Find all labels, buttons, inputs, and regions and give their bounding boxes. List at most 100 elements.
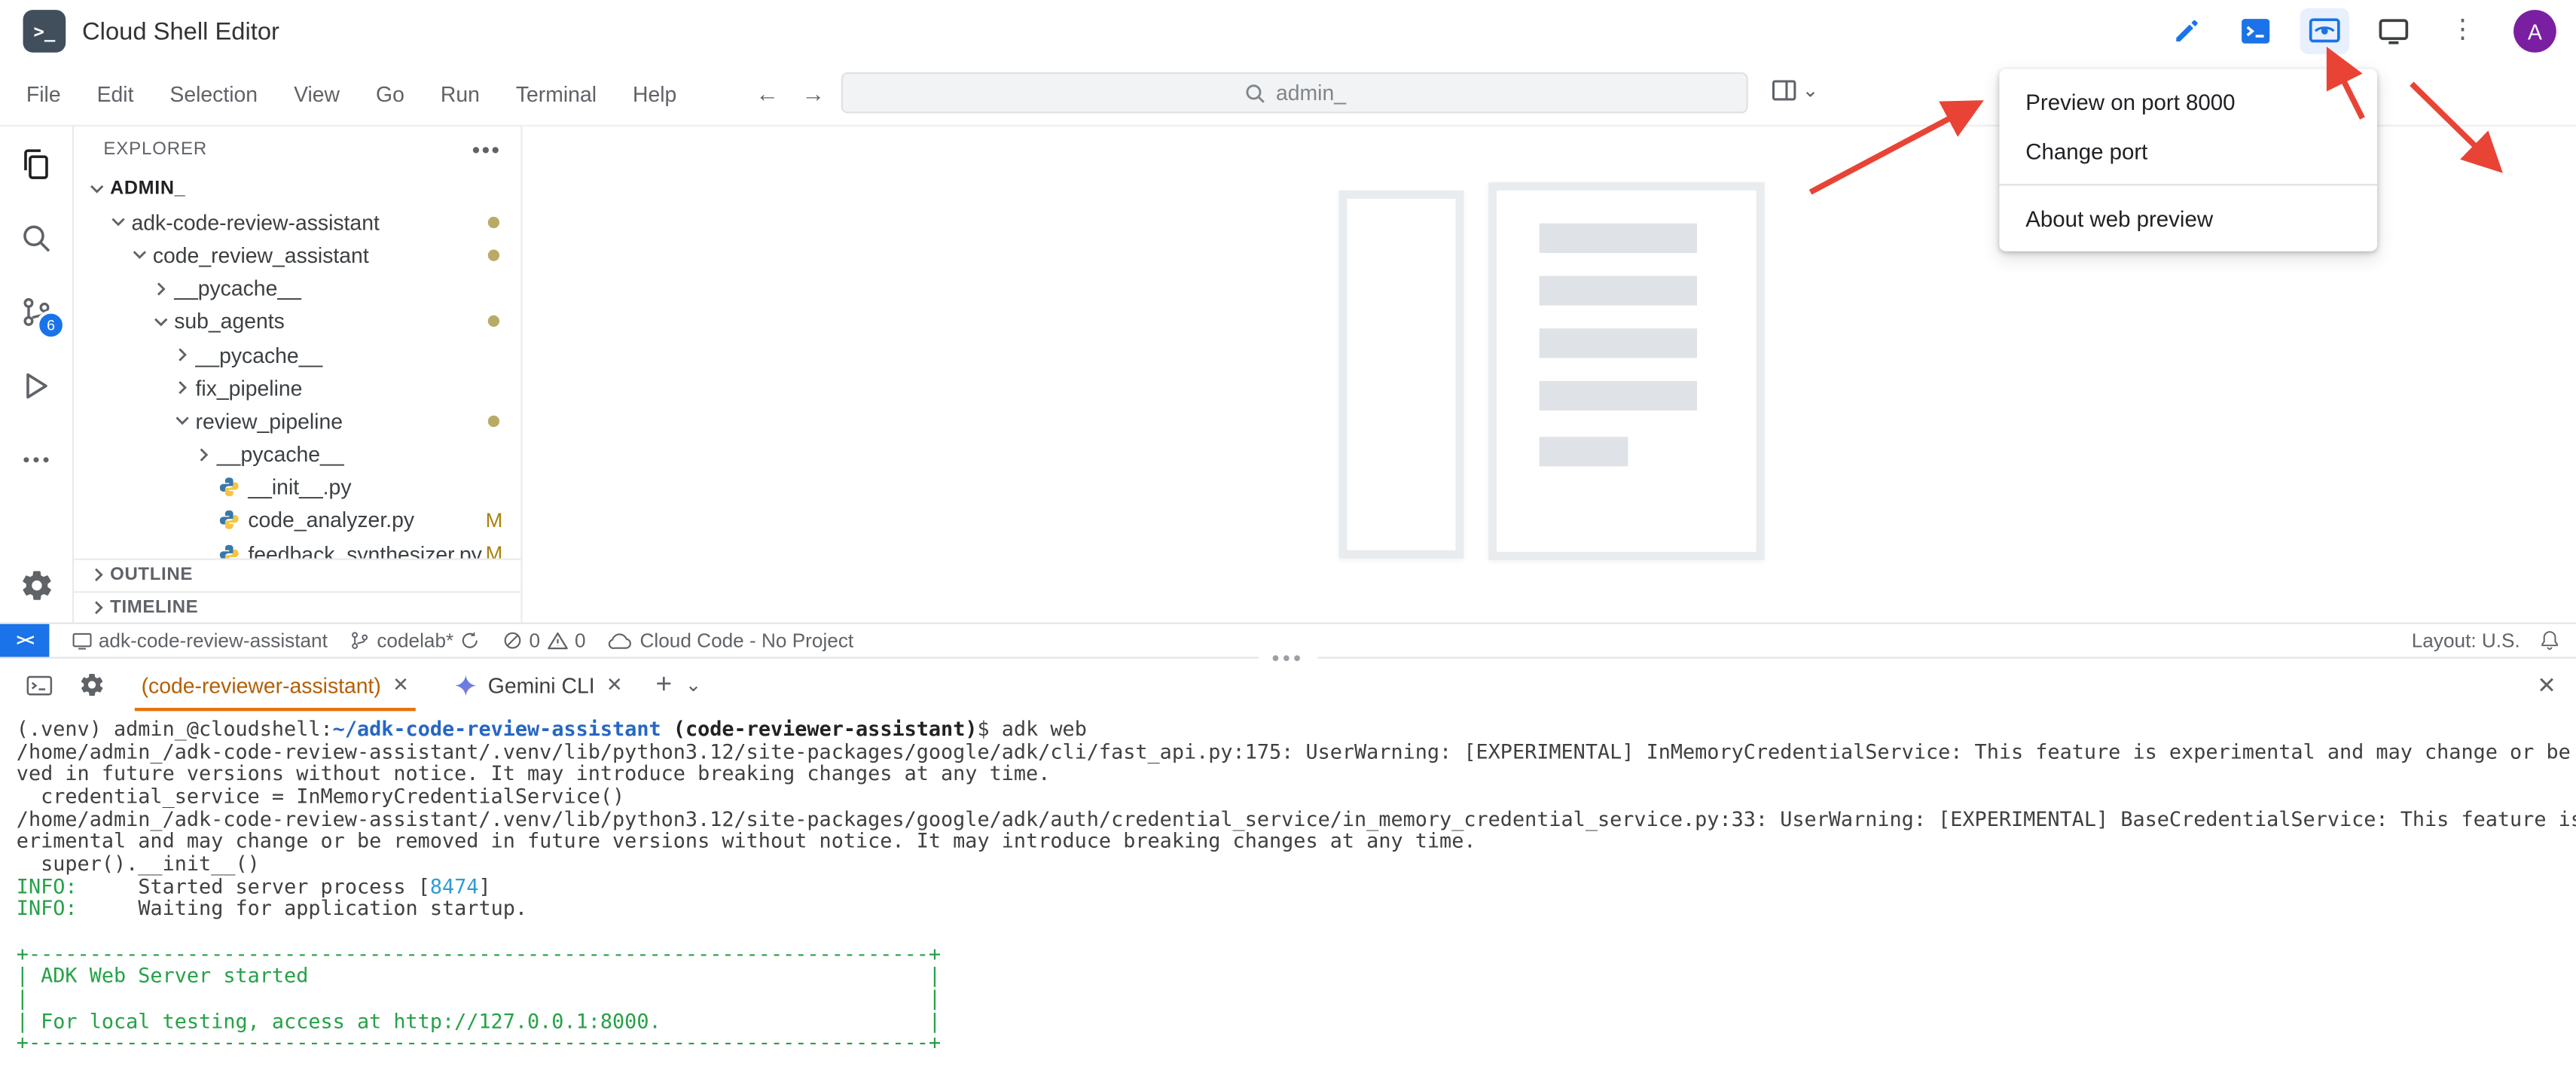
menu-item-change-port[interactable]: Change port [1999, 126, 2377, 175]
workspace-name[interactable]: adk-code-review-assistant [72, 629, 328, 652]
warnings-count: 0 [575, 629, 586, 652]
menu-run[interactable]: Run [434, 78, 486, 109]
tree-label: review_pipeline [196, 409, 343, 434]
close-tab-icon[interactable]: ✕ [606, 673, 623, 696]
chevron-down-icon: ⌄ [1802, 79, 1819, 102]
notifications-icon[interactable] [2540, 629, 2559, 652]
tree-label: code_analyzer.py [248, 508, 414, 533]
remote-indicator[interactable]: >< [0, 624, 49, 657]
chevron-down-icon [127, 244, 153, 267]
terminal-panel-icon[interactable] [20, 665, 59, 704]
menu-go[interactable]: Go [369, 78, 411, 109]
menu-item-about-web-preview[interactable]: About web preview [1999, 194, 2377, 242]
chevron-down-icon [105, 211, 132, 234]
terminal-line: credential_service = InMemoryCredentialS… [17, 787, 2576, 809]
forward-icon[interactable]: → [801, 81, 825, 107]
chevron-right-icon [169, 376, 196, 400]
modified-dot-badge [488, 416, 499, 427]
chevron-right-icon [169, 343, 196, 367]
tree-item-pycache[interactable]: __pycache__ [74, 338, 520, 371]
explorer-actions-icon[interactable]: ••• [472, 136, 502, 163]
terminal-line: super().__init__() [17, 854, 2576, 876]
search-input[interactable]: admin_ [841, 72, 1748, 114]
tree-item-sub-agents[interactable]: sub_agents [74, 305, 520, 338]
run-debug-icon[interactable] [15, 364, 58, 407]
tab-code-reviewer-assistant[interactable]: (code-reviewer-assistant) ✕ [125, 659, 426, 712]
errors-count: 0 [530, 629, 541, 652]
open-terminal-icon[interactable] [2231, 8, 2280, 54]
tree-label: __pycache__ [196, 343, 323, 367]
warnings-icon [547, 631, 568, 651]
tree-label: __pycache__ [174, 276, 301, 301]
git-branch[interactable]: codelab* [350, 629, 480, 652]
terminal-line: +---------------------------------------… [17, 1033, 2576, 1056]
outline-label: OUTLINE [110, 565, 193, 585]
menu-file[interactable]: File [20, 78, 67, 109]
menu-selection[interactable]: Selection [163, 78, 264, 109]
cloud-code-status[interactable]: Cloud Code - No Project [609, 629, 853, 652]
terminal-line: INFO: Started server process [8474] [17, 876, 2576, 899]
tree-label: adk-code-review-assistant [131, 210, 379, 235]
menu-terminal[interactable]: Terminal [509, 78, 603, 109]
source-control-icon[interactable]: 6 [15, 291, 58, 334]
tree-item-adk-code-review-assistant[interactable]: adk-code-review-assistant [74, 206, 520, 239]
logo-glyph: >_ [33, 20, 55, 41]
settings-gear-icon[interactable] [15, 563, 58, 606]
tree-item-feedback-synthesizer-py[interactable]: feedback_synthesizer.pyM [74, 537, 520, 558]
app-title: Cloud Shell Editor [82, 17, 279, 45]
edit-pencil-icon[interactable] [2162, 8, 2211, 54]
terminal-output[interactable]: (.venv) admin_@cloudshell:~/adk-code-rev… [0, 711, 2576, 1082]
more-views-icon[interactable] [15, 438, 58, 481]
timeline-section[interactable]: TIMELINE [74, 590, 520, 623]
close-panel-icon[interactable]: ✕ [2537, 671, 2556, 699]
terminal-line: | | [17, 989, 2576, 1011]
explorer-title: EXPLORER [103, 139, 207, 159]
explorer-sidebar: EXPLORER ••• ADMIN_ adk-code-review-assis… [74, 126, 522, 623]
search-sidebar-icon[interactable] [15, 217, 58, 260]
menu-edit[interactable]: Edit [90, 78, 140, 109]
chevron-down-icon [148, 310, 174, 334]
web-preview-icon[interactable] [2300, 8, 2349, 54]
workspace-label: adk-code-review-assistant [99, 629, 328, 652]
close-tab-icon[interactable]: ✕ [392, 673, 409, 696]
editor-layout-icon[interactable]: ⌄ [1771, 78, 1818, 104]
new-terminal-icon[interactable]: + [655, 669, 672, 702]
tree-label: ADMIN_ [110, 179, 185, 199]
modified-dot-badge [488, 216, 499, 227]
account-avatar[interactable]: A [2513, 10, 2556, 53]
tree-item-admin[interactable]: ADMIN_ [74, 172, 520, 206]
problems-indicator[interactable]: 0 0 [503, 629, 586, 652]
toggle-window-icon[interactable] [2369, 8, 2418, 54]
tree-item-code-analyzer-py[interactable]: code_analyzer.pyM [74, 504, 520, 537]
back-icon[interactable]: ← [755, 81, 779, 107]
tree-item-code-review-assistant[interactable]: code_review_assistant [74, 239, 520, 272]
menu-item-preview-on-port-8000[interactable]: Preview on port 8000 [1999, 78, 2377, 126]
terminal-line: +---------------------------------------… [17, 943, 2576, 966]
tab-label: Gemini CLI [488, 672, 595, 697]
tab-gemini-cli[interactable]: Gemini CLI ✕ [438, 659, 639, 712]
tree-label: __init__.py [248, 475, 351, 500]
terminal-settings-gear-icon[interactable] [72, 665, 111, 704]
tree-item-review-pipeline[interactable]: review_pipeline [74, 404, 520, 437]
tree-item-init-py[interactable]: __init__.py [74, 471, 520, 504]
branch-icon [350, 631, 370, 651]
terminal-line: /home/admin_/adk-code-review-assistant/.… [17, 809, 2576, 831]
outline-section[interactable]: OUTLINE [74, 559, 520, 591]
menu-help[interactable]: Help [626, 78, 683, 109]
keyboard-layout[interactable]: Layout: U.S. [2412, 629, 2520, 652]
more-options-icon[interactable]: ⋮ [2438, 8, 2487, 54]
tree-item-pycache[interactable]: __pycache__ [74, 437, 520, 471]
explorer-header: EXPLORER ••• [74, 126, 520, 172]
cloud-shell-logo-icon: >_ [23, 10, 66, 53]
terminal-dropdown-icon[interactable]: ⌄ [685, 673, 702, 696]
python-file-icon [217, 477, 242, 498]
tree-item-fix-pipeline[interactable]: fix_pipeline [74, 371, 520, 404]
explorer-icon[interactable] [15, 143, 58, 186]
menu-view[interactable]: View [287, 78, 346, 109]
panel-resize-handle[interactable]: ••• [1259, 651, 1317, 667]
terminal-line: erimental and may change or be removed i… [17, 831, 2576, 854]
terminal-line: | ADK Web Server started | [17, 966, 2576, 989]
chevron-right-icon [148, 277, 174, 300]
menu-separator [1999, 184, 2377, 185]
tree-item-pycache[interactable]: __pycache__ [74, 272, 520, 305]
